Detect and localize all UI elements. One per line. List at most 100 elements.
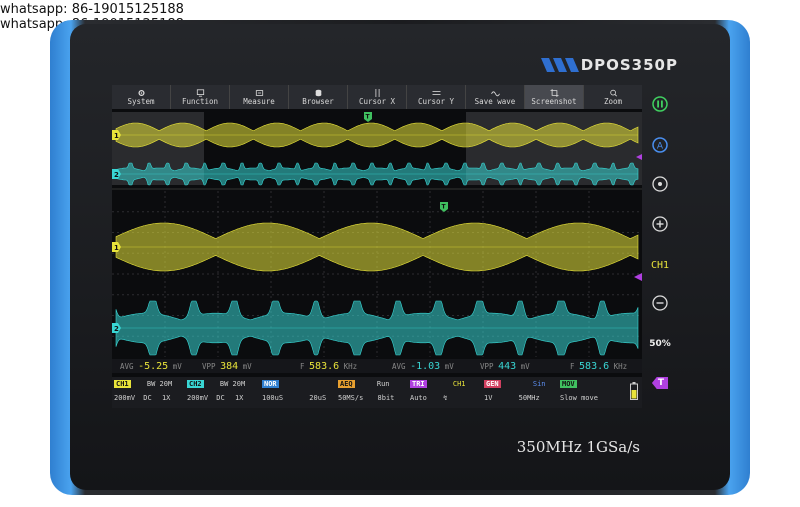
menu-cursor-y[interactable]: Cursor Y — [407, 85, 466, 109]
pause-icon — [652, 96, 668, 112]
measurement-ch1-vpp: VPP 384 mV — [202, 360, 252, 372]
ch2-tag: CH2 — [187, 380, 204, 388]
menu-screenshot[interactable]: Screenshot — [525, 85, 584, 109]
ch2-status-top[interactable]: CH2 BW 20M — [187, 380, 245, 388]
device-specs: 350MHz 1GSa/s — [516, 438, 640, 456]
crop-icon — [550, 88, 558, 97]
auto-icon: A — [652, 137, 668, 153]
move-status-bottom[interactable]: Slow move — [560, 394, 598, 402]
ch1-tag: CH1 — [114, 380, 131, 388]
trigger-mode: Auto — [410, 394, 427, 402]
ch2-scale: 200mV — [187, 394, 209, 402]
menu-zoom[interactable]: Zoom — [584, 85, 642, 109]
watermark-line: whatsapp: 86-19015125188 — [0, 2, 184, 17]
ch2-coupling: DC — [216, 394, 225, 402]
database-icon — [315, 89, 321, 96]
acq-rate: 50MS/s — [338, 394, 364, 402]
cursor-x-icon — [375, 88, 379, 97]
menu-bar: System Function Measure Browser Cursor X… — [112, 85, 642, 109]
ch2-main-marker-label: 2 — [114, 325, 119, 333]
menu-measure[interactable]: Measure — [230, 85, 289, 109]
ch1-scale: 200mV — [114, 394, 136, 402]
svg-text:A: A — [657, 142, 664, 152]
generator-wave: Sin — [532, 380, 546, 388]
cursor-y-icon — [432, 90, 440, 95]
trigger-status-bottom[interactable]: Auto ↯ — [410, 394, 447, 402]
acq-status-top[interactable]: AEQ Run — [338, 380, 390, 388]
menu-label: Function — [181, 96, 219, 106]
minus-icon — [652, 295, 668, 311]
trigger-marker-label: T — [651, 377, 669, 389]
menu-label: Screenshot — [531, 96, 577, 106]
measurement-bar: AVG -5.25 mV VPP 384 mV F 583.6 KHz AVG -1.… — [112, 359, 642, 373]
trigger-level-button[interactable]: T — [649, 372, 671, 394]
fifty-percent-button[interactable]: 50% — [649, 333, 671, 355]
trigger-status-top[interactable]: TRI CH1 — [410, 380, 466, 388]
timebase-zoom: 20uS — [309, 394, 327, 402]
scope-screen: System Function Measure Browser Cursor X… — [112, 85, 642, 408]
move-status-top[interactable]: MOV — [560, 380, 577, 388]
menu-browser[interactable]: Browser — [289, 85, 348, 109]
menu-label: Cursor Y — [417, 96, 455, 106]
timebase-status-bottom[interactable]: 100uS 20uS — [262, 394, 326, 402]
ch2-bandwidth: BW 20M — [219, 380, 246, 388]
ch2-overview-marker-label: 2 — [114, 171, 119, 179]
generator-status-top[interactable]: GEN Sin — [484, 380, 546, 388]
ch1-main-marker-label: 1 — [114, 244, 119, 252]
generator-status-bottom[interactable]: 1V 50MHz — [484, 394, 540, 402]
measurement-ch1-f: F 583.6 KHz — [300, 360, 358, 372]
measure-icon — [255, 89, 263, 96]
menu-label: Browser — [302, 96, 334, 106]
increase-button[interactable] — [649, 213, 671, 235]
ch1-coupling: DC — [143, 394, 152, 402]
decrease-button[interactable] — [649, 292, 671, 314]
side-button-panel: A CH1 50% T — [645, 88, 675, 408]
channel-select-button[interactable]: CH1 — [649, 254, 671, 276]
menu-cursor-x[interactable]: Cursor X — [348, 85, 407, 109]
menu-label: Cursor X — [358, 96, 396, 106]
menu-save-wave[interactable]: Save wave — [466, 85, 525, 109]
run-stop-button[interactable] — [649, 93, 671, 115]
function-icon — [196, 88, 204, 97]
generator-amplitude: 1V — [484, 394, 493, 402]
generator-tag: GEN — [484, 380, 501, 388]
move-tag: MOV — [560, 380, 577, 388]
wave-icon — [490, 90, 500, 96]
menu-function[interactable]: Function — [171, 85, 230, 109]
ch1-status-bottom[interactable]: 200mV DC 1X — [114, 394, 170, 402]
battery-icon — [630, 382, 638, 400]
menu-system[interactable]: System — [112, 85, 171, 109]
acq-bits: 8bit — [377, 394, 395, 402]
status-bar: CH1 BW 20M 200mV DC 1X CH2 BW 20M 200mV … — [112, 377, 642, 408]
ch2-probe: 1X — [234, 394, 244, 402]
measurement-ch2-f: F 583.6 KHz — [570, 360, 628, 372]
trigger-tag: TRI — [410, 380, 427, 388]
acq-tag: AEQ — [338, 380, 355, 388]
trigger-edge: ↯ — [443, 394, 448, 402]
timebase-main: 100uS — [262, 394, 284, 402]
measurement-ch2-vpp: VPP 443 mV — [480, 360, 530, 372]
ch1-overview-marker-label: 1 — [114, 132, 119, 140]
generator-frequency: 50MHz — [518, 394, 540, 402]
menu-label: System — [127, 96, 155, 106]
timebase-status-top[interactable]: NOR — [262, 380, 279, 388]
center-button[interactable] — [649, 173, 671, 195]
waveform-display[interactable]: 1212TT — [112, 109, 642, 357]
ch2-status-bottom[interactable]: 200mV DC 1X — [187, 394, 243, 402]
brand-name: DPOS350P — [580, 56, 678, 74]
ch1-bandwidth: BW 20M — [146, 380, 173, 388]
ch1-probe: 1X — [161, 394, 171, 402]
measurement-ch2-avg: AVG -1.03 mV — [392, 360, 454, 372]
trigger-source: CH1 — [452, 380, 466, 388]
acq-mode: Run — [376, 380, 390, 388]
gear-icon — [137, 89, 145, 96]
ch1-status-top[interactable]: CH1 BW 20M — [114, 380, 172, 388]
target-icon — [652, 176, 668, 192]
auto-button[interactable]: A — [649, 134, 671, 156]
move-mode: Slow move — [560, 394, 598, 402]
acq-status-bottom[interactable]: 50MS/s 8bit — [338, 394, 394, 402]
zoom-icon — [609, 89, 617, 96]
measurement-ch1-avg: AVG -5.25 mV — [120, 360, 182, 372]
timebase-tag: NOR — [262, 380, 279, 388]
menu-label: Zoom — [603, 96, 623, 106]
